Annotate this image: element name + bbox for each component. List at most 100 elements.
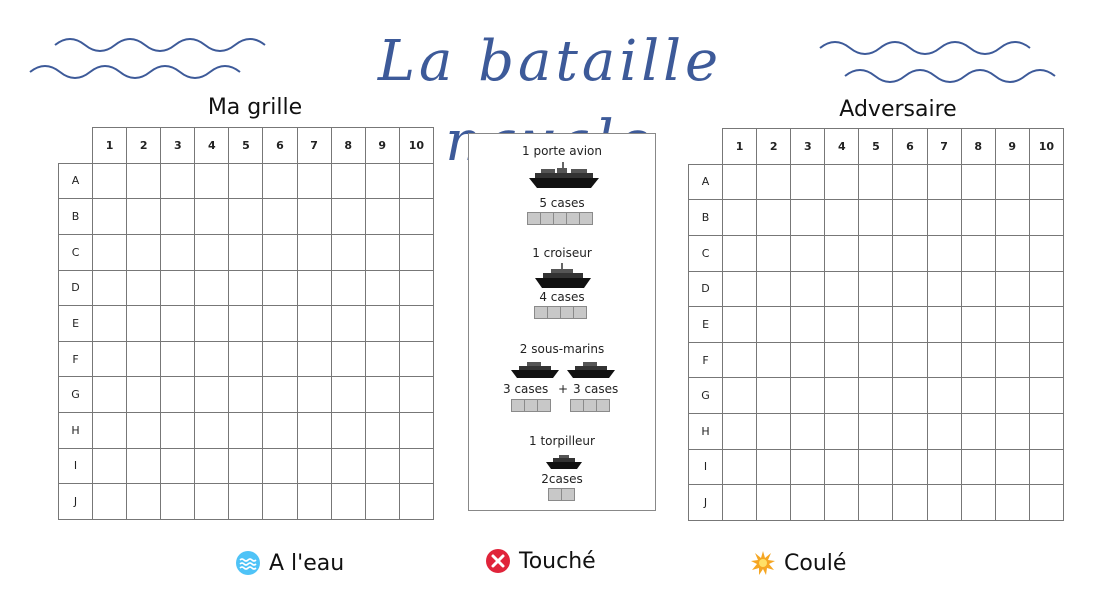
opponent-grid-cell[interactable] <box>756 413 792 450</box>
my-grid-cell[interactable] <box>296 340 332 378</box>
my-grid-cell[interactable] <box>398 269 435 307</box>
opponent-grid-cell[interactable] <box>858 484 894 521</box>
opponent-grid-cell[interactable] <box>722 484 758 521</box>
opponent-grid-cell[interactable] <box>1028 448 1065 486</box>
my-grid-cell[interactable] <box>330 340 366 378</box>
opponent-grid-cell[interactable] <box>722 306 758 343</box>
opponent-grid-cell[interactable] <box>994 377 1030 414</box>
my-grid-cell[interactable] <box>330 483 366 520</box>
opponent-grid-cell[interactable] <box>960 163 996 201</box>
opponent-grid-cell[interactable] <box>756 234 792 272</box>
opponent-grid-cell[interactable] <box>824 484 860 521</box>
my-grid-cell[interactable] <box>160 447 196 485</box>
opponent-grid-cell[interactable] <box>960 341 996 379</box>
opponent-grid-cell[interactable] <box>722 270 758 308</box>
my-grid-cell[interactable] <box>126 233 162 271</box>
opponent-grid-cell[interactable] <box>926 199 962 236</box>
opponent-grid-cell[interactable] <box>858 234 894 272</box>
opponent-grid-cell[interactable] <box>824 234 860 272</box>
my-grid-cell[interactable] <box>262 376 298 413</box>
my-grid-cell[interactable] <box>160 269 196 307</box>
opponent-grid-cell[interactable] <box>960 199 996 236</box>
opponent-grid-cell[interactable] <box>824 306 860 343</box>
opponent-grid-cell[interactable] <box>858 377 894 414</box>
opponent-grid-cell[interactable] <box>790 341 826 379</box>
my-grid-cell[interactable] <box>228 233 264 271</box>
my-grid-cell[interactable] <box>194 340 230 378</box>
my-grid-cell[interactable] <box>262 162 298 200</box>
my-grid-cell[interactable] <box>398 447 435 485</box>
opponent-grid-cell[interactable] <box>1028 270 1065 308</box>
opponent-grid-cell[interactable] <box>790 234 826 272</box>
opponent-grid-cell[interactable] <box>960 448 996 486</box>
my-grid-cell[interactable] <box>126 447 162 485</box>
opponent-grid-cell[interactable] <box>756 163 792 201</box>
opponent-grid-cell[interactable] <box>960 306 996 343</box>
my-grid-cell[interactable] <box>330 162 366 200</box>
my-grid-cell[interactable] <box>228 376 264 413</box>
my-grid-cell[interactable] <box>296 198 332 235</box>
opponent-grid-cell[interactable] <box>756 484 792 521</box>
opponent-grid-cell[interactable] <box>790 448 826 486</box>
my-grid-cell[interactable] <box>194 376 230 413</box>
my-grid-cell[interactable] <box>228 340 264 378</box>
my-grid-cell[interactable] <box>92 376 128 413</box>
opponent-grid-cell[interactable] <box>892 199 928 236</box>
opponent-grid-cell[interactable] <box>892 270 928 308</box>
opponent-grid-cell[interactable] <box>994 448 1030 486</box>
opponent-grid-cell[interactable] <box>960 234 996 272</box>
my-grid-cell[interactable] <box>194 198 230 235</box>
my-grid-cell[interactable] <box>364 305 400 342</box>
opponent-grid-cell[interactable] <box>892 377 928 414</box>
opponent-grid-cell[interactable] <box>960 484 996 521</box>
my-grid-cell[interactable] <box>228 269 264 307</box>
my-grid-cell[interactable] <box>330 198 366 235</box>
opponent-grid-cell[interactable] <box>756 199 792 236</box>
opponent-grid-cell[interactable] <box>790 163 826 201</box>
my-grid-cell[interactable] <box>398 233 435 271</box>
my-grid-cell[interactable] <box>296 305 332 342</box>
my-grid-cell[interactable] <box>126 340 162 378</box>
opponent-grid-cell[interactable] <box>824 163 860 201</box>
my-grid-cell[interactable] <box>160 162 196 200</box>
opponent-grid-cell[interactable] <box>994 413 1030 450</box>
my-grid-cell[interactable] <box>330 269 366 307</box>
my-grid-cell[interactable] <box>398 198 435 235</box>
my-grid-cell[interactable] <box>296 162 332 200</box>
my-grid-cell[interactable] <box>296 483 332 520</box>
opponent-grid-cell[interactable] <box>926 163 962 201</box>
my-grid-cell[interactable] <box>194 162 230 200</box>
opponent-grid-cell[interactable] <box>1028 413 1065 450</box>
my-grid-cell[interactable] <box>364 447 400 485</box>
opponent-grid-cell[interactable] <box>756 377 792 414</box>
opponent-grid-cell[interactable] <box>1028 306 1065 343</box>
opponent-grid-cell[interactable] <box>926 234 962 272</box>
my-grid-cell[interactable] <box>92 447 128 485</box>
opponent-grid-cell[interactable] <box>824 341 860 379</box>
my-grid-cell[interactable] <box>126 162 162 200</box>
opponent-grid-cell[interactable] <box>892 484 928 521</box>
opponent-grid-cell[interactable] <box>858 448 894 486</box>
my-grid-cell[interactable] <box>262 305 298 342</box>
opponent-grid-cell[interactable] <box>960 413 996 450</box>
my-grid-cell[interactable] <box>160 233 196 271</box>
my-grid-cell[interactable] <box>262 269 298 307</box>
opponent-grid-cell[interactable] <box>926 270 962 308</box>
opponent-grid-cell[interactable] <box>926 413 962 450</box>
opponent-grid-cell[interactable] <box>994 234 1030 272</box>
opponent-grid-cell[interactable] <box>1028 234 1065 272</box>
opponent-grid-cell[interactable] <box>892 306 928 343</box>
my-grid-cell[interactable] <box>296 233 332 271</box>
opponent-grid-cell[interactable] <box>790 413 826 450</box>
my-grid-cell[interactable] <box>126 305 162 342</box>
opponent-grid-cell[interactable] <box>994 270 1030 308</box>
opponent-grid-cell[interactable] <box>994 306 1030 343</box>
opponent-grid-cell[interactable] <box>824 413 860 450</box>
my-grid-cell[interactable] <box>194 269 230 307</box>
my-grid-cell[interactable] <box>92 269 128 307</box>
my-grid-cell[interactable] <box>228 305 264 342</box>
my-grid-cell[interactable] <box>92 412 128 449</box>
opponent-grid-cell[interactable] <box>824 270 860 308</box>
opponent-grid-cell[interactable] <box>756 448 792 486</box>
opponent-grid-cell[interactable] <box>858 199 894 236</box>
